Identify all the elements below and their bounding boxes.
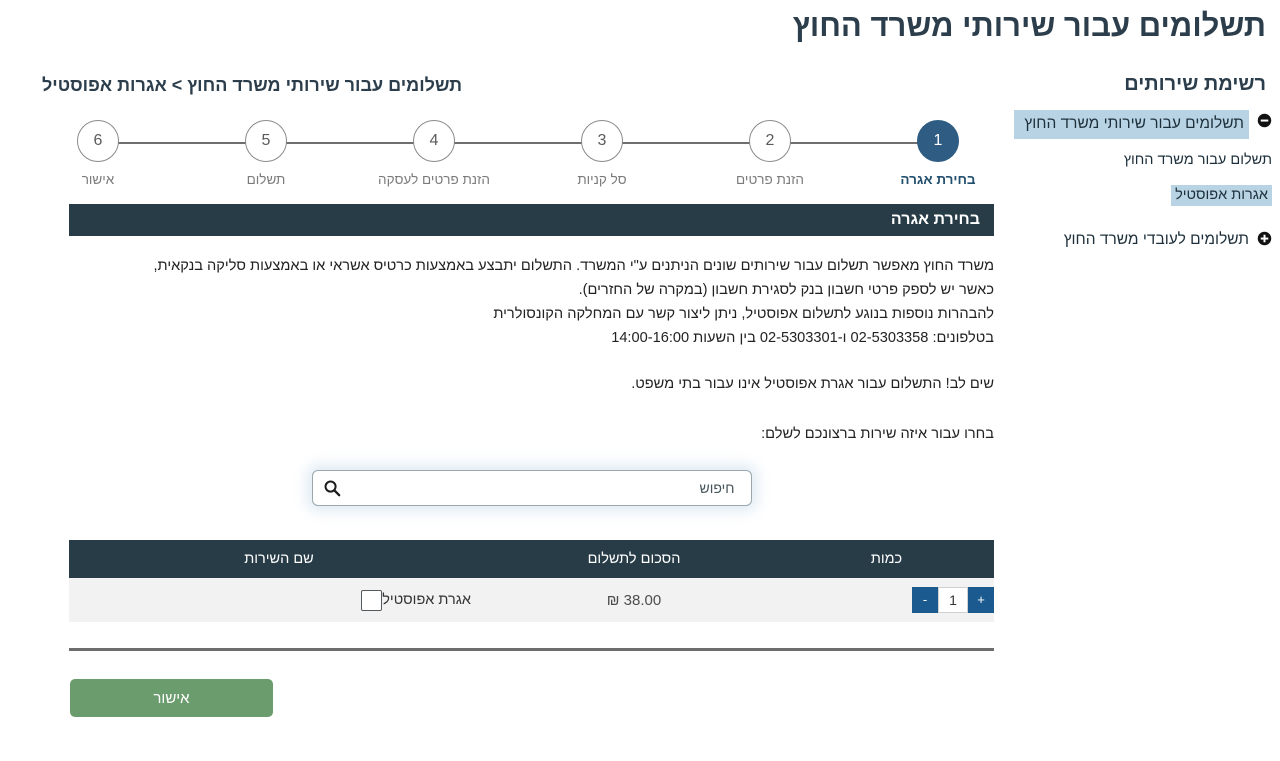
sidebar-item-label-1[interactable]: תשלומים לעובדי משרד החוץ xyxy=(1014,228,1249,252)
column-header-quantity: כמות xyxy=(870,551,903,567)
page-title: תשלומים עבור שירותי משרד החוץ xyxy=(792,8,1266,43)
step-number-1: 1 xyxy=(917,120,959,162)
service-cell: אגרת אפוסטיל xyxy=(69,589,489,611)
step-number-6: 6 xyxy=(77,120,119,162)
column-header-service: שם השירות xyxy=(244,551,314,567)
breadcrumb: תשלומים עבור שירותי משרד החוץ > אגרות אפ… xyxy=(42,75,463,95)
sidebar-node-row[interactable]: תשלומים עבור שירותי משרד החוץ xyxy=(1004,110,1272,139)
notice-text: שים לב! התשלום עבור אגרת אפוסטיל אינו עב… xyxy=(631,376,994,392)
step-label-6: אישור xyxy=(81,172,115,187)
sidebar: רשימת שירותים תשלומים עבור שירותי משרד ה… xyxy=(1004,72,1272,254)
step-2-enter-details[interactable]: 2 הזנת פרטים xyxy=(714,120,826,187)
confirm-button[interactable]: אישור xyxy=(70,679,273,717)
quantity-cell: + 1 - xyxy=(779,587,994,613)
plus-circle-icon[interactable] xyxy=(1257,231,1272,246)
quantity-value[interactable]: 1 xyxy=(938,587,968,613)
search-icon[interactable] xyxy=(323,479,341,497)
quantity-decrement-button[interactable]: - xyxy=(912,587,938,613)
sidebar-item-payment-foreign-ministry[interactable]: תשלום עבור משרד החוץ xyxy=(1004,149,1272,171)
step-label-2: הזנת פרטים xyxy=(736,172,804,187)
paragraph-2-line-2: בטלפונים: 02-5303358 ו-02-5303301 בין הש… xyxy=(611,330,994,346)
paragraph-1-line-1: משרד החוץ מאפשר תשלום עבור שירותים שונים… xyxy=(153,258,994,274)
table-row: + 1 - 38.00 ₪ אגרת אפוסטיל xyxy=(69,578,994,622)
step-5-payment[interactable]: 5 תשלום xyxy=(210,120,322,187)
minus-circle-icon[interactable] xyxy=(1257,113,1272,128)
sidebar-node-row[interactable]: תשלומים לעובדי משרד החוץ xyxy=(1004,228,1272,252)
step-label-1: בחירת אגרה xyxy=(900,172,976,187)
sidebar-child-label-0[interactable]: תשלום עבור משרד החוץ xyxy=(1124,152,1272,168)
step-number-3: 3 xyxy=(581,120,623,162)
step-label-4: הזנת פרטים לעסקה xyxy=(378,172,490,187)
search-input[interactable] xyxy=(342,471,741,505)
step-number-2: 2 xyxy=(749,120,791,162)
step-label-3: סל קניות xyxy=(577,172,627,187)
sidebar-item-label-0[interactable]: תשלומים עבור שירותי משרד החוץ xyxy=(1014,110,1249,139)
step-number-4: 4 xyxy=(413,120,455,162)
quantity-stepper: + 1 - xyxy=(912,587,994,613)
sidebar-title: רשימת שירותים xyxy=(1124,73,1266,95)
step-label-5: תשלום xyxy=(246,172,286,187)
sidebar-item-apostille-fees[interactable]: אגרות אפוסטיל xyxy=(1004,184,1272,206)
search-box[interactable] xyxy=(311,470,752,506)
sidebar-children: תשלום עבור משרד החוץ אגרות אפוסטיל xyxy=(1004,149,1272,206)
sidebar-node-foreign-ministry-payments: תשלומים עבור שירותי משרד החוץ תשלום עבור… xyxy=(1004,110,1272,206)
prompt-text: בחרו עבור איזה שירות ברצונכם לשלם: xyxy=(761,426,994,442)
quantity-increment-button[interactable]: + xyxy=(968,587,994,613)
stepper-steps: 6 אישור 5 תשלום 4 הזנת פרטים לעסקה 3 סל … xyxy=(42,120,994,187)
paragraph-2-line-1: להבהרות נוספות בנוגע לתשלום אפוסטיל, נית… xyxy=(493,306,994,322)
sidebar-node-employee-payments: תשלומים לעובדי משרד החוץ xyxy=(1004,228,1272,252)
service-name: אגרת אפוסטיל xyxy=(382,592,471,608)
step-1-select-fee[interactable]: 1 בחירת אגרה xyxy=(882,120,994,187)
section-divider xyxy=(69,648,994,651)
step-3-cart[interactable]: 3 סל קניות xyxy=(546,120,658,187)
footer-actions: אישור xyxy=(69,679,994,717)
search-area xyxy=(69,470,994,506)
column-header-amount: הסכום לתשלום xyxy=(587,551,681,567)
informational-text: משרד החוץ מאפשר תשלום עבור שירותים שונים… xyxy=(69,254,994,446)
step-number-5: 5 xyxy=(245,120,287,162)
main-content: תשלומים עבור שירותי משרד החוץ > אגרות אפ… xyxy=(36,72,994,717)
step-4-transaction-details[interactable]: 4 הזנת פרטים לעסקה xyxy=(378,120,490,187)
page-root: תשלומים עבור שירותי משרד החוץ רשימת שירו… xyxy=(0,0,1280,761)
paragraph-1-line-2: כאשר יש לספק פרטי חשבון בנק לסגירת חשבון… xyxy=(578,282,994,298)
row-select-checkbox[interactable] xyxy=(361,589,383,611)
wizard-stepper: 6 אישור 5 תשלום 4 הזנת פרטים לעסקה 3 סל … xyxy=(42,120,994,192)
section-header-bar: בחירת אגרה xyxy=(69,204,994,236)
amount-cell: 38.00 ₪ xyxy=(606,591,662,609)
table-header-row: כמות הסכום לתשלום שם השירות xyxy=(69,540,994,578)
services-table: כמות הסכום לתשלום שם השירות + 1 - 38.00 … xyxy=(69,540,994,622)
step-6-confirmation[interactable]: 6 אישור xyxy=(42,120,154,187)
sidebar-child-label-1[interactable]: אגרות אפוסטיל xyxy=(1171,185,1272,206)
